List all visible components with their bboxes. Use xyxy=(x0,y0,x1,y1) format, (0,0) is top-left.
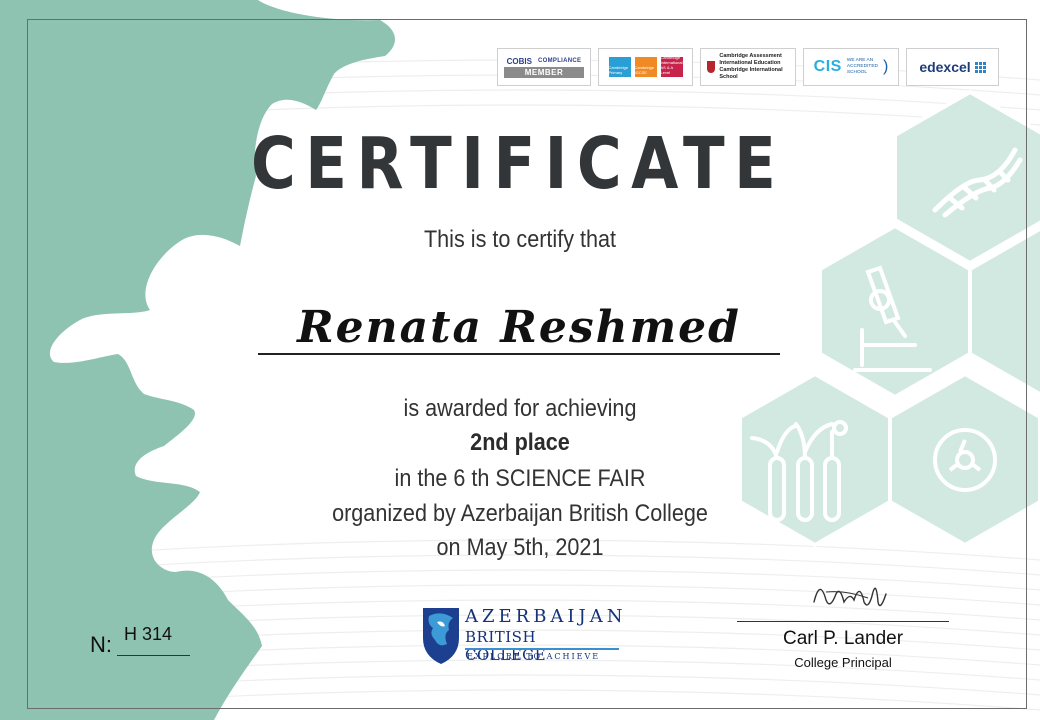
certificate-title: CERTIFICATE xyxy=(251,122,786,205)
cambridge-primary-chip: Cambridge Primary xyxy=(608,57,631,77)
certificate-number-label: N: xyxy=(90,632,112,657)
college-logo-divider xyxy=(465,648,619,650)
cambridge-assessment-badge: Cambridge Assessment International Educa… xyxy=(700,48,796,86)
cambridge-assessment-line3: Cambridge International School xyxy=(719,67,783,80)
cobis-label: COBIS xyxy=(506,56,532,66)
recipient-name: Renata Reshmed xyxy=(297,302,741,353)
cis-paren: ) xyxy=(883,58,889,75)
college-logo-line1: AZERBAIJAN xyxy=(465,606,627,627)
award-organizer: organized by Azerbaijan British College xyxy=(332,500,708,527)
signature-line xyxy=(737,621,949,622)
certificate-number-value: H 314 xyxy=(124,624,173,644)
cambridge-assessment-line1: Cambridge Assessment xyxy=(719,53,782,59)
cambridge-shield-icon xyxy=(707,61,716,73)
accreditation-badges: COBIS COMPLIANCE MEMBER Cambridge Primar… xyxy=(497,48,999,86)
cambridge-qualifications-badge: Cambridge Primary Cambridge IGCSE Cambri… xyxy=(598,48,693,86)
certify-intro: This is to certify that xyxy=(423,226,617,253)
cobis-member: MEMBER xyxy=(504,66,584,78)
award-place: 2nd place xyxy=(470,429,570,456)
cobis-compliance: COMPLIANCE xyxy=(538,58,582,64)
cis-mark: CIS xyxy=(813,58,842,75)
award-line-1: is awarded for achieving xyxy=(403,395,637,422)
principal-signature xyxy=(813,587,887,607)
cis-line3: SCHOOL xyxy=(846,70,868,75)
award-date: on May 5th, 2021 xyxy=(436,534,604,561)
signatory-name: Carl P. Lander xyxy=(782,628,904,649)
cobis-badge: COBIS COMPLIANCE MEMBER xyxy=(497,48,591,86)
edexcel-grid-icon xyxy=(974,61,986,73)
lion-shield-icon xyxy=(423,608,459,664)
college-logo: AZERBAIJAN BRITISH COLLEGE EXPLORE TO AC… xyxy=(421,604,623,668)
award-event: in the 6 th SCIENCE FAIR xyxy=(394,465,646,492)
edexcel-badge: edexcel xyxy=(906,48,999,86)
edexcel-label: edexcel xyxy=(919,59,971,75)
recipient-underline xyxy=(258,353,780,355)
cambridge-assessment-line2: International Education xyxy=(719,60,781,66)
cis-badge: CIS WE ARE AN ACCREDITED SCHOOL ) xyxy=(803,48,899,86)
college-logo-tagline: EXPLORE TO ACHIEVE xyxy=(467,652,601,661)
cambridge-alevel-chip: Cambridge International AS & A Level xyxy=(660,55,683,77)
cambridge-igcse-chip: Cambridge IGCSE xyxy=(634,57,657,77)
signatory-role: College Principal xyxy=(794,655,892,670)
certificate-page: COBIS COMPLIANCE MEMBER Cambridge Primar… xyxy=(0,0,1040,720)
certificate-number-underline xyxy=(117,655,190,656)
